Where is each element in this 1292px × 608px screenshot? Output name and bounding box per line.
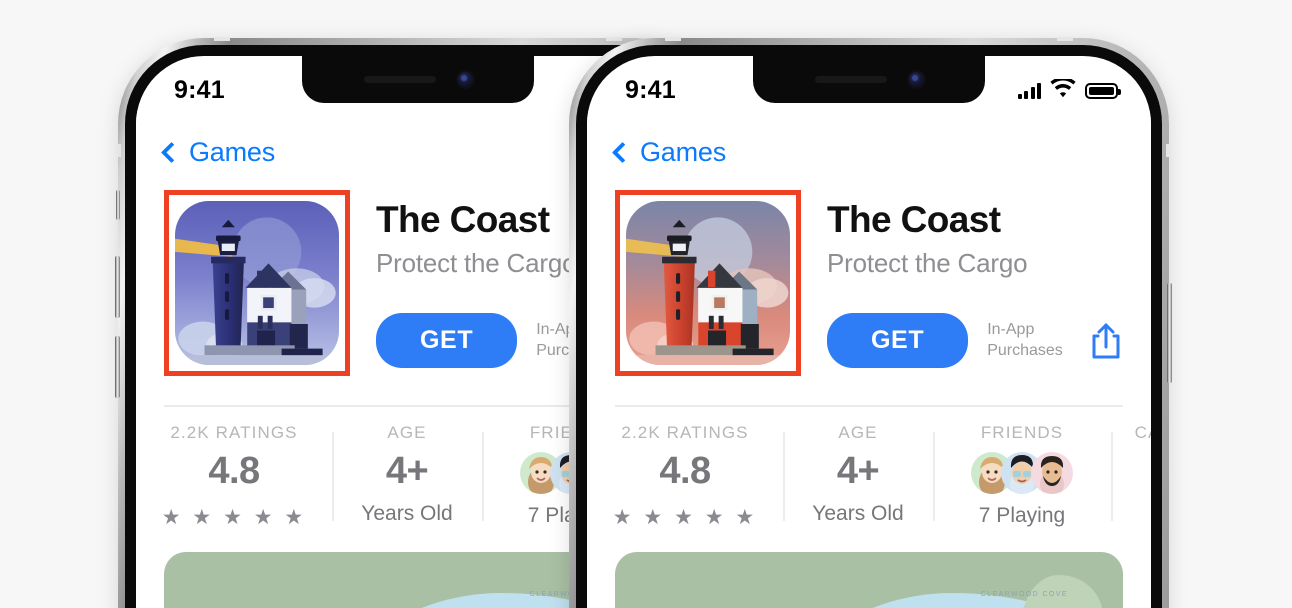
memoji-avatar-3 (1031, 452, 1073, 494)
app-store-page-right: Games The Coast Protect the Cargo GET In… (587, 111, 1151, 608)
volume-down-button-left[interactable] (115, 336, 120, 398)
app-header-right: The Coast Protect the Cargo GET In-App P… (587, 168, 1151, 376)
status-bar-time: 9:41 (625, 76, 676, 104)
earpiece-speaker-icon (814, 76, 887, 83)
stat-value: 4+ (385, 450, 429, 492)
battery-icon (1085, 82, 1121, 99)
back-label: Games (640, 137, 727, 167)
stat-label: 2.2K RATINGS (621, 423, 749, 442)
back-to-games-right[interactable]: Games (587, 111, 1151, 168)
the-coast-app-icon[interactable] (626, 201, 790, 365)
the-coast-app-icon[interactable] (175, 201, 339, 365)
screenshot-preview-row-right[interactable]: STEEL BAY CLEARWOOD COVE Wreck Pt Rocky … (615, 552, 1123, 608)
stat-label: FRIENDS (980, 423, 1064, 442)
chevron-left-icon (160, 141, 183, 164)
stat-value: 4+ (836, 450, 880, 492)
star-rating-icons: ★ ★ ★ ★ ★ (161, 506, 307, 529)
app-icon-highlight-box-left (164, 190, 350, 376)
antenna-band-top-left (665, 37, 681, 41)
stat-age[interactable]: AGE 4+ Years Old (783, 423, 933, 530)
in-app-purchases-note: In-App Purchases (987, 320, 1063, 361)
puzzle-piece-icon (1111, 452, 1151, 496)
stat-value: 4.8 (208, 450, 260, 492)
stats-row-right: 2.2K RATINGS 4.8 ★ ★ ★ ★ ★ AGE 4+ Years … (587, 407, 1151, 530)
wifi-icon (1050, 76, 1076, 103)
earpiece-speaker-icon (363, 76, 436, 83)
app-title: The Coast (827, 199, 1001, 240)
get-button[interactable]: GET (827, 313, 969, 368)
stat-ratings[interactable]: 2.2K RATINGS 4.8 ★ ★ ★ ★ ★ (587, 423, 783, 530)
get-button[interactable]: GET (376, 313, 518, 368)
screen-right: 9:41 Games The Coast Protect the Cargo G… (587, 56, 1151, 608)
map-sub-label: CLEARWOOD COVE (980, 591, 1068, 599)
stat-label: CATEGORY (1134, 423, 1151, 442)
chevron-left-icon (611, 141, 634, 164)
status-bar-indicators-right (1017, 76, 1121, 103)
stat-friends[interactable]: FRIENDS (933, 423, 1111, 530)
silent-switch-left[interactable] (116, 190, 120, 220)
back-label: Games (189, 137, 276, 167)
app-icon-highlight-box-right (615, 190, 801, 376)
status-bar-time: 9:41 (174, 76, 225, 104)
notch-left (302, 56, 534, 103)
app-meta-right: The Coast Protect the Cargo GET In-App P… (801, 190, 1123, 376)
friends-avatars (933, 451, 1111, 495)
front-camera-icon (908, 72, 924, 87)
antenna-band-top-right (1057, 37, 1073, 41)
app-subtitle: Protect the Cargo (827, 248, 1028, 278)
iphone-right: 9:41 Games The Coast Protect the Cargo G… (569, 37, 1172, 608)
antenna-band-top-left (214, 37, 230, 41)
notch-right (753, 56, 985, 103)
power-button-right[interactable] (1167, 283, 1172, 383)
front-camera-icon (457, 72, 473, 87)
app-action-row-right: GET In-App Purchases (827, 313, 1123, 368)
cellular-signal-icon (1017, 82, 1041, 99)
antenna-band-left (117, 144, 121, 157)
stat-ratings[interactable]: 2.2K RATINGS 4.8 ★ ★ ★ ★ ★ (136, 423, 332, 530)
phone-bezel-right: 9:41 Games The Coast Protect the Cargo G… (576, 45, 1162, 608)
screenshot-preview-map[interactable]: STEEL BAY CLEARWOOD COVE Wreck Pt Rocky … (615, 552, 1123, 608)
stat-label: AGE (838, 423, 878, 442)
antenna-band-right (1166, 144, 1170, 157)
stat-category[interactable]: CATEGORY Puzzle (1111, 423, 1151, 530)
iap-line-1: In-App (987, 321, 1035, 339)
antenna-band-top-right (606, 37, 622, 41)
screenshot-stage: 9:41 Games The Coast Protect the Cargo G… (0, 0, 1292, 608)
stat-label: AGE (387, 423, 427, 442)
iap-line-2: Purchases (987, 341, 1063, 359)
star-rating-icons: ★ ★ ★ ★ ★ (612, 506, 758, 529)
stat-foot: Years Old (361, 502, 453, 525)
volume-up-button-left[interactable] (115, 256, 120, 318)
stat-label: 2.2K RATINGS (170, 423, 298, 442)
stat-foot: Puzzle (1111, 505, 1151, 529)
stat-value: 4.8 (659, 450, 711, 492)
stat-foot: 7 Playing (978, 504, 1066, 527)
share-icon[interactable] (1089, 321, 1123, 361)
stat-age[interactable]: AGE 4+ Years Old (332, 423, 482, 530)
stat-foot: Years Old (812, 502, 904, 525)
